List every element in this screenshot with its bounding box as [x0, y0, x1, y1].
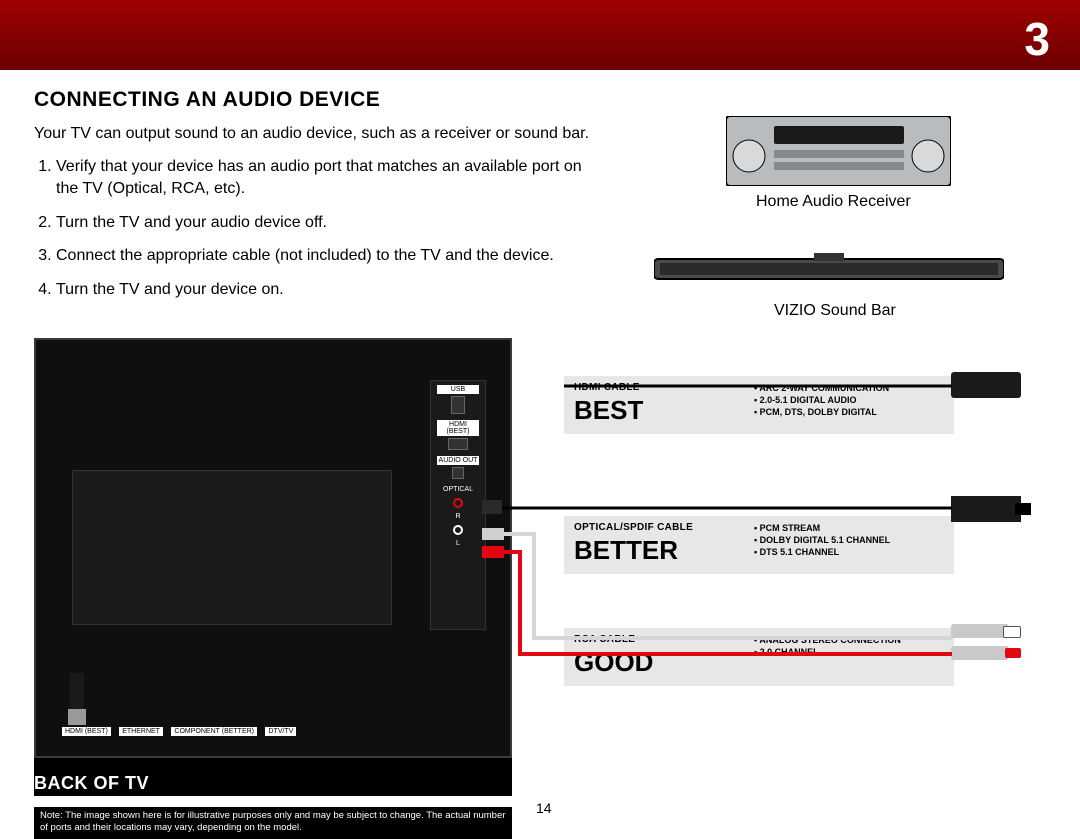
feat: 2.0-5.1 DIGITAL AUDIO	[754, 394, 889, 406]
cable-option-good: RCA CABLE GOOD ANALOG STEREO CONNECTION …	[564, 628, 954, 686]
port-label-hdmi: HDMI (BEST)	[437, 420, 479, 436]
port-label-audio-out: AUDIO OUT	[437, 456, 479, 465]
port-label-component: COMPONENT (BETTER)	[171, 727, 257, 736]
cable-option-better: OPTICAL/SPDIF CABLE BETTER PCM STREAM DO…	[564, 516, 954, 574]
feat: ANALOG STEREO CONNECTION	[754, 634, 901, 646]
rca-connector-icon	[951, 624, 1021, 670]
chapter-number: 3	[1024, 12, 1050, 66]
page-number: 14	[536, 800, 552, 816]
home-audio-receiver-illustration	[726, 116, 951, 186]
feat: DTS 5.1 CHANNEL	[754, 546, 890, 558]
connection-diagram: USB HDMI (BEST) AUDIO OUT OPTICAL R L HD…	[34, 338, 1046, 808]
page-content: CONNECTING AN AUDIO DEVICE Your TV can o…	[34, 88, 1046, 312]
rca-l-jack-icon	[453, 525, 463, 535]
optical-connector-icon	[951, 496, 1021, 522]
cable-features-better: PCM STREAM DOLBY DIGITAL 5.1 CHANNEL DTS…	[754, 522, 890, 558]
rca-white-icon	[951, 624, 1009, 638]
page-title: CONNECTING AN AUDIO DEVICE	[34, 88, 1046, 112]
feat: PCM STREAM	[754, 522, 890, 534]
tv-bottom-ports: HDMI (BEST) ETHERNET COMPONENT (BETTER) …	[62, 720, 352, 754]
feat: 2.0 CHANNEL	[754, 646, 901, 658]
optical-port-icon	[452, 467, 464, 479]
tv-vesa-panel	[72, 470, 392, 625]
intro-paragraph: Your TV can output sound to an audio dev…	[34, 124, 594, 144]
port-label-usb: USB	[437, 385, 479, 394]
step-1: Verify that your device has an audio por…	[56, 156, 594, 199]
instruction-steps: Verify that your device has an audio por…	[34, 156, 594, 300]
port-label-l: L	[431, 539, 485, 548]
rca-red-icon	[951, 646, 1009, 660]
feat: PCM, DTS, DOLBY DIGITAL	[754, 406, 889, 418]
chapter-header-bar: 3	[0, 0, 1080, 70]
port-label-dtvtv: DTV/TV	[265, 727, 296, 736]
receiver-label: Home Audio Receiver	[756, 193, 911, 211]
port-label-ethernet: ETHERNET	[119, 727, 163, 736]
port-label-optical: OPTICAL	[437, 485, 479, 494]
step-3: Connect the appropriate cable (not inclu…	[56, 245, 594, 267]
hdmi-port-icon	[448, 438, 468, 450]
tv-back-panel: USB HDMI (BEST) AUDIO OUT OPTICAL R L HD…	[34, 338, 512, 758]
soundbar-label: VIZIO Sound Bar	[774, 302, 896, 320]
cable-option-best: HDMI CABLE BEST ARC 2-WAY COMMUNICATION …	[564, 376, 954, 434]
back-of-tv-label: BACK OF TV	[34, 773, 149, 794]
cable-features-best: ARC 2-WAY COMMUNICATION 2.0-5.1 DIGITAL …	[754, 382, 889, 418]
usb-port-icon	[451, 396, 465, 414]
cable-features-good: ANALOG STEREO CONNECTION 2.0 CHANNEL	[754, 634, 901, 658]
vizio-soundbar-illustration	[654, 253, 1004, 285]
hdmi-connector-icon	[951, 372, 1021, 398]
tv-side-ports: USB HDMI (BEST) AUDIO OUT OPTICAL R L	[430, 380, 486, 630]
step-4: Turn the TV and your device on.	[56, 279, 594, 301]
step-2: Turn the TV and your audio device off.	[56, 212, 594, 234]
hdmi-plug-hanging-icon	[64, 673, 90, 733]
rca-r-jack-icon	[453, 498, 463, 508]
feat: ARC 2-WAY COMMUNICATION	[754, 382, 889, 394]
port-label-r: R	[431, 512, 485, 521]
feat: DOLBY DIGITAL 5.1 CHANNEL	[754, 534, 890, 546]
